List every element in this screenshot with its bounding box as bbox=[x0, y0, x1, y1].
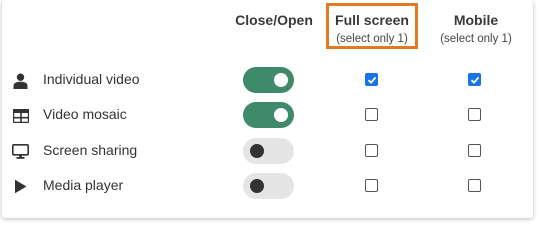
row-label: Screen sharing bbox=[43, 142, 138, 158]
full-screen-checkbox[interactable] bbox=[365, 73, 378, 86]
grid-icon bbox=[12, 107, 29, 124]
monitor-icon bbox=[12, 143, 29, 160]
mobile-checkbox[interactable] bbox=[468, 179, 481, 192]
close-open-toggle[interactable] bbox=[243, 173, 294, 199]
full-screen-note: (select only 1) bbox=[336, 33, 408, 45]
column-header-mobile: Mobile (select only 1) bbox=[426, 12, 526, 45]
mobile-title: Mobile bbox=[453, 12, 499, 28]
toggle-knob bbox=[250, 144, 264, 158]
toggle-knob bbox=[250, 179, 264, 193]
full-screen-checkbox[interactable] bbox=[365, 108, 378, 121]
row-individual-video: Individual video bbox=[2, 63, 533, 97]
toggle-knob bbox=[274, 73, 288, 87]
row-media-player: Media player bbox=[2, 169, 533, 203]
mobile-checkbox[interactable] bbox=[468, 144, 481, 157]
close-open-toggle[interactable] bbox=[243, 67, 294, 93]
close-open-toggle[interactable] bbox=[243, 102, 294, 128]
row-label: Media player bbox=[43, 177, 124, 193]
toggle-knob bbox=[274, 108, 288, 122]
row-video-mosaic: Video mosaic bbox=[2, 98, 533, 132]
full-screen-checkbox[interactable] bbox=[365, 179, 378, 192]
person-icon bbox=[12, 72, 29, 89]
settings-card: Close/Open Full screen (select only 1) M… bbox=[2, 0, 533, 218]
row-label: Individual video bbox=[43, 71, 140, 87]
row-label: Video mosaic bbox=[43, 106, 127, 122]
close-open-title: Close/Open bbox=[235, 12, 313, 28]
column-header-close-open: Close/Open bbox=[224, 12, 324, 28]
mobile-checkbox[interactable] bbox=[468, 108, 481, 121]
mobile-note: (select only 1) bbox=[440, 33, 512, 45]
play-icon bbox=[12, 178, 29, 195]
close-open-toggle[interactable] bbox=[243, 138, 294, 164]
full-screen-title: Full screen bbox=[335, 12, 409, 28]
row-screen-sharing: Screen sharing bbox=[2, 134, 533, 168]
column-header-full-screen: Full screen (select only 1) bbox=[326, 3, 418, 49]
full-screen-checkbox[interactable] bbox=[365, 144, 378, 157]
mobile-checkbox[interactable] bbox=[468, 73, 481, 86]
